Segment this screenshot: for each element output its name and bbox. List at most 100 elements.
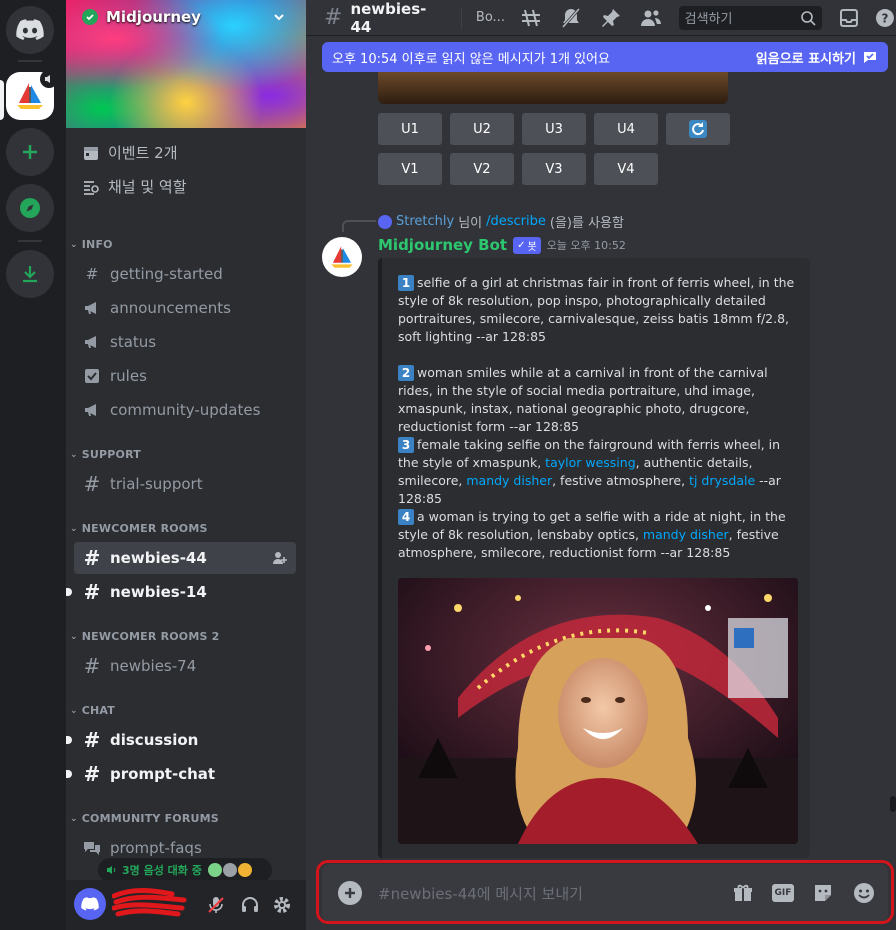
channel-discussion[interactable]: # discussion (66, 724, 296, 756)
hash-icon: # (83, 546, 101, 570)
prompt-text: woman smiles while at a carnival in fron… (398, 365, 768, 434)
server-midjourney[interactable] (6, 70, 58, 120)
channel-getting-started[interactable]: # getting-started (74, 258, 296, 290)
prompt-option-4: 4a woman is trying to get a selfie with … (398, 508, 798, 562)
svg-text:?: ? (882, 11, 889, 25)
reroll-icon (689, 120, 707, 138)
mark-read-icon (864, 52, 876, 63)
artist-link[interactable]: mandy disher (466, 473, 552, 488)
channel-sidebar: Midjourney 이벤트 2개 채널 및 역할 ⌄ INFO # getting… (66, 0, 306, 930)
threads-icon[interactable] (519, 6, 543, 30)
notification-muted-icon[interactable] (559, 6, 583, 30)
speaker-icon (107, 866, 116, 874)
channel-announcements[interactable]: announcements (74, 292, 296, 324)
channel-newbies-14[interactable]: # newbies-14 (66, 576, 296, 608)
mic-muted-icon[interactable] (206, 895, 226, 915)
channel-label: status (110, 333, 157, 351)
category-newcomer-rooms-2[interactable]: ⌄ NEWCOMER ROOMS 2 (70, 630, 220, 643)
artist-link[interactable]: taylor wessing (545, 455, 635, 470)
events-label: 이벤트 2개 (108, 144, 178, 162)
option-number-badge: 1 (398, 275, 414, 291)
avatar[interactable] (74, 888, 106, 920)
highlight-annotation (316, 860, 894, 924)
described-image[interactable] (398, 578, 798, 844)
category-label: COMMUNITY FORUMS (81, 812, 219, 825)
inbox-icon[interactable] (838, 7, 860, 29)
events-menu-item[interactable]: 이벤트 2개 (82, 142, 178, 163)
channel-trial-support[interactable]: # trial-support (74, 468, 296, 500)
channel-prompt-chat[interactable]: # prompt-chat (66, 758, 296, 790)
channels-roles-label: 채널 및 역할 (108, 178, 187, 196)
channel-community-updates[interactable]: community-updates (74, 394, 296, 426)
avatar (378, 214, 392, 229)
upscale-2-button[interactable]: U2 (450, 113, 514, 145)
bot-avatar[interactable] (322, 237, 362, 277)
category-info[interactable]: ⌄ INFO (70, 238, 113, 251)
help-icon[interactable]: ? (874, 7, 896, 29)
artist-link[interactable]: mandy disher (643, 527, 729, 542)
category-community-forums[interactable]: ⌄ COMMUNITY FORUMS (70, 812, 219, 825)
unread-notice-bar[interactable]: 오후 10:54 이후로 읽지 않은 메시지가 1개 있어요 읽음으로 표시하기 (322, 42, 888, 72)
voice-pill-label: 3명 음성 대화 중 (122, 864, 202, 877)
channel-status[interactable]: status (74, 326, 296, 358)
artist-link[interactable]: tj drysdale (689, 473, 755, 488)
unread-notice-text: 오후 10:54 이후로 읽지 않은 메시지가 1개 있어요 (332, 51, 610, 67)
chevron-down-icon[interactable] (272, 10, 286, 24)
upscale-1-button[interactable]: U1 (378, 113, 442, 145)
scrollbar-thumb[interactable] (890, 796, 896, 812)
list-search-icon (84, 180, 99, 195)
explore-servers-button[interactable] (6, 184, 54, 232)
prompt-option-3: 3 female taking selfie on the fairground … (398, 436, 798, 508)
separator (18, 60, 42, 62)
reply-command[interactable]: /describe (486, 214, 546, 229)
variation-4-button[interactable]: V4 (594, 153, 658, 185)
channel-rules[interactable]: rules (74, 360, 296, 392)
gear-icon[interactable] (272, 895, 292, 915)
reply-username[interactable]: Stretchly (396, 214, 454, 229)
discord-home-button[interactable] (6, 6, 54, 54)
guild-name[interactable]: Midjourney (106, 8, 201, 26)
hash-icon: # (83, 762, 101, 786)
category-newcomer-rooms[interactable]: ⌄ NEWCOMER ROOMS (70, 522, 208, 535)
channel-newbies-74[interactable]: # newbies-74 (74, 650, 296, 682)
hash-icon: # (83, 580, 101, 604)
option-number-badge: 3 (398, 437, 414, 453)
headphones-icon[interactable] (240, 895, 260, 915)
user-panel (66, 880, 306, 930)
upscale-3-button[interactable]: U3 (522, 113, 586, 145)
reply-spine (342, 220, 376, 232)
mark-as-read-button[interactable]: 읽음으로 표시하기 (756, 48, 878, 67)
hash-icon: # (83, 472, 101, 496)
check-icon: ✓ (517, 239, 526, 251)
upscale-4-button[interactable]: U4 (594, 113, 658, 145)
category-chat[interactable]: ⌄ CHAT (70, 704, 115, 717)
category-support[interactable]: ⌄ SUPPORT (70, 448, 141, 461)
author-name[interactable]: Midjourney Bot (378, 236, 507, 254)
member-list-icon[interactable] (639, 6, 663, 30)
add-server-button[interactable] (6, 128, 54, 176)
category-label: CHAT (81, 704, 115, 717)
channel-label: rules (110, 367, 147, 385)
reroll-button[interactable] (666, 113, 730, 145)
variation-2-button[interactable]: V2 (450, 153, 514, 185)
previous-image[interactable] (378, 72, 728, 104)
variation-1-button[interactable]: V1 (378, 153, 442, 185)
timestamp: 오늘 오후 10:52 (546, 239, 626, 252)
verified-icon (82, 9, 98, 25)
add-member-icon[interactable] (272, 550, 288, 566)
channel-newbies-44[interactable]: # newbies-44 (74, 542, 296, 574)
download-apps-button[interactable] (6, 250, 54, 298)
search-placeholder: 검색하기 (684, 12, 733, 27)
pin-icon[interactable] (599, 6, 623, 30)
compass-icon (20, 198, 40, 218)
voice-activity-pill[interactable]: 3명 음성 대화 중 (98, 858, 272, 882)
category-label: NEWCOMER ROOMS (81, 522, 208, 535)
variation-3-button[interactable]: V3 (522, 153, 586, 185)
channels-roles-menu-item[interactable]: 채널 및 역할 (82, 176, 187, 197)
channel-topic[interactable]: Bo... (476, 10, 505, 25)
channel-header: # newbies-44 Bo... 검색하기 ? (306, 0, 896, 36)
channel-label: discussion (110, 731, 199, 749)
megaphone-icon (82, 298, 102, 318)
carnival-selfie-photo (398, 578, 798, 844)
search-input[interactable]: 검색하기 (678, 5, 823, 30)
